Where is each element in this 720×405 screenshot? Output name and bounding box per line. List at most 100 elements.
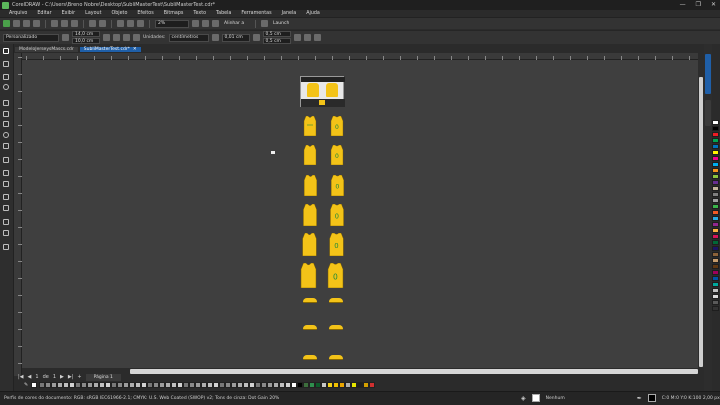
properties-docker-tab[interactable] bbox=[705, 54, 711, 94]
cut-icon[interactable] bbox=[51, 20, 58, 27]
palette-color-swatch[interactable] bbox=[712, 156, 719, 161]
transparency-tool-icon[interactable] bbox=[3, 205, 11, 212]
grid-icon[interactable] bbox=[212, 20, 219, 27]
jersey-front-2[interactable] bbox=[302, 144, 318, 167]
palette-color-swatch[interactable] bbox=[712, 240, 719, 245]
palette-color-swatch[interactable] bbox=[712, 276, 719, 281]
palette-color-swatch[interactable] bbox=[712, 204, 719, 209]
palette-color-swatch[interactable] bbox=[712, 294, 719, 299]
text-tool-icon[interactable] bbox=[3, 157, 11, 164]
shape-tool-icon[interactable] bbox=[3, 61, 11, 68]
palette-color-swatch[interactable] bbox=[712, 258, 719, 263]
last-page-icon[interactable]: ▶| bbox=[68, 374, 74, 380]
palette-color-swatch[interactable] bbox=[712, 216, 719, 221]
jersey-front-5[interactable] bbox=[300, 232, 319, 258]
page-size-preset-select[interactable]: Personalizado bbox=[3, 33, 59, 42]
scroll-thumb[interactable] bbox=[130, 369, 698, 374]
open-icon[interactable] bbox=[13, 20, 20, 27]
outline-swatch[interactable] bbox=[647, 394, 656, 402]
publish-pdf-icon[interactable] bbox=[137, 20, 144, 27]
palette-color-swatch[interactable] bbox=[712, 198, 719, 203]
options-gear-icon[interactable] bbox=[261, 20, 268, 27]
export-icon[interactable] bbox=[127, 20, 134, 27]
next-page-icon[interactable]: ▶ bbox=[60, 374, 64, 380]
palette-color-swatch[interactable] bbox=[712, 192, 719, 197]
full-screen-icon[interactable] bbox=[192, 20, 199, 27]
duplicate-x-input[interactable]: 0,5 cm bbox=[262, 31, 291, 37]
palette-color-swatch[interactable] bbox=[712, 222, 719, 227]
shorts-piece-right-1[interactable] bbox=[329, 298, 343, 303]
shorts-piece-left-3[interactable] bbox=[303, 355, 317, 360]
pick-tool-icon[interactable] bbox=[3, 48, 11, 55]
tab-modelo-jerseys[interactable]: ModeloJerseysMascs.cdr bbox=[14, 46, 79, 53]
maximize-button[interactable]: ❐ bbox=[696, 1, 701, 8]
jersey-front-4[interactable] bbox=[301, 203, 319, 228]
redo-icon[interactable] bbox=[99, 20, 106, 27]
scroll-thumb[interactable] bbox=[699, 77, 703, 367]
horizontal-ruler[interactable] bbox=[22, 53, 698, 60]
portrait-icon[interactable] bbox=[103, 34, 110, 41]
swatch-no-color[interactable] bbox=[31, 382, 38, 388]
palette-color-swatch[interactable] bbox=[712, 186, 719, 191]
palette-color-swatch[interactable] bbox=[712, 282, 719, 287]
shorts-piece-left-1[interactable] bbox=[303, 298, 317, 303]
palette-color-swatch[interactable] bbox=[712, 252, 719, 257]
palette-edit-icon[interactable]: ✎ bbox=[24, 382, 28, 388]
close-button[interactable]: ✕ bbox=[711, 1, 716, 8]
page-width-input[interactable]: 14,0 cm bbox=[72, 31, 100, 37]
crop-tool-icon[interactable] bbox=[3, 74, 11, 81]
fill-color-icon[interactable]: ◈ bbox=[521, 395, 526, 402]
landscape-icon[interactable] bbox=[113, 34, 120, 41]
paste-icon[interactable] bbox=[71, 20, 78, 27]
drop-shadow-tool-icon[interactable] bbox=[3, 194, 11, 201]
jersey-back-6[interactable]: 0 bbox=[325, 262, 346, 290]
palette-color-swatch[interactable] bbox=[712, 300, 719, 305]
palette-color-swatch[interactable] bbox=[712, 288, 719, 293]
zoom-tool-icon[interactable] bbox=[3, 84, 11, 91]
jersey-front-3[interactable] bbox=[302, 174, 319, 198]
menu-bitmaps[interactable]: Bitmaps bbox=[159, 11, 189, 16]
mockup-preview-image[interactable] bbox=[300, 76, 345, 107]
import-icon[interactable] bbox=[117, 20, 124, 27]
palette-color-swatch[interactable] bbox=[712, 138, 719, 143]
copy-icon[interactable] bbox=[61, 20, 68, 27]
palette-color-swatch[interactable] bbox=[712, 144, 719, 149]
first-page-icon[interactable]: |◀ bbox=[18, 374, 24, 380]
menu-layout[interactable]: Layout bbox=[80, 11, 106, 16]
draw-mode-icon[interactable] bbox=[303, 34, 311, 41]
jersey-back-2[interactable]: 0 bbox=[329, 144, 345, 167]
jersey-front-1[interactable] bbox=[302, 115, 318, 138]
palette-color-swatch[interactable] bbox=[712, 150, 719, 155]
launch-dropdown[interactable]: Launch bbox=[271, 19, 301, 28]
menu-editar[interactable]: Editar bbox=[32, 11, 56, 16]
menu-janela[interactable]: Janela bbox=[277, 11, 302, 16]
treat-as-filled-icon[interactable] bbox=[293, 34, 301, 41]
shorts-piece-left-2[interactable] bbox=[303, 325, 317, 330]
all-pages-icon[interactable] bbox=[123, 34, 130, 41]
eyedropper-tool-icon[interactable] bbox=[3, 219, 11, 226]
shorts-piece-right-2[interactable] bbox=[329, 325, 343, 330]
menu-efeitos[interactable]: Efeitos bbox=[132, 11, 158, 16]
undo-icon[interactable] bbox=[89, 20, 96, 27]
palette-color-swatch[interactable] bbox=[712, 270, 719, 275]
menu-ajuda[interactable]: Ajuda bbox=[301, 11, 325, 16]
print-icon[interactable] bbox=[33, 20, 40, 27]
menu-texto[interactable]: Texto bbox=[188, 11, 211, 16]
fill-swatch[interactable] bbox=[531, 394, 540, 402]
jersey-back-1[interactable]: 0 bbox=[329, 115, 345, 138]
palette-color-swatch[interactable] bbox=[712, 246, 719, 251]
minimize-button[interactable]: — bbox=[680, 1, 686, 8]
current-page-icon[interactable] bbox=[133, 34, 140, 41]
new-document-icon[interactable] bbox=[3, 20, 10, 27]
add-page-icon[interactable]: + bbox=[77, 374, 81, 380]
rulers-icon[interactable] bbox=[202, 20, 209, 27]
connector-tool-icon[interactable] bbox=[3, 181, 11, 188]
page-tab[interactable]: Página 1 bbox=[85, 373, 121, 381]
snap-to-dropdown[interactable]: Alinhar a bbox=[222, 19, 250, 28]
save-icon[interactable] bbox=[23, 20, 30, 27]
palette-color-swatch[interactable] bbox=[712, 210, 719, 215]
palette-color-swatch[interactable] bbox=[712, 228, 719, 233]
artistic-media-tool-icon[interactable] bbox=[3, 111, 11, 118]
rectangle-tool-icon[interactable] bbox=[3, 121, 11, 128]
palette-color-swatch[interactable] bbox=[712, 132, 719, 137]
